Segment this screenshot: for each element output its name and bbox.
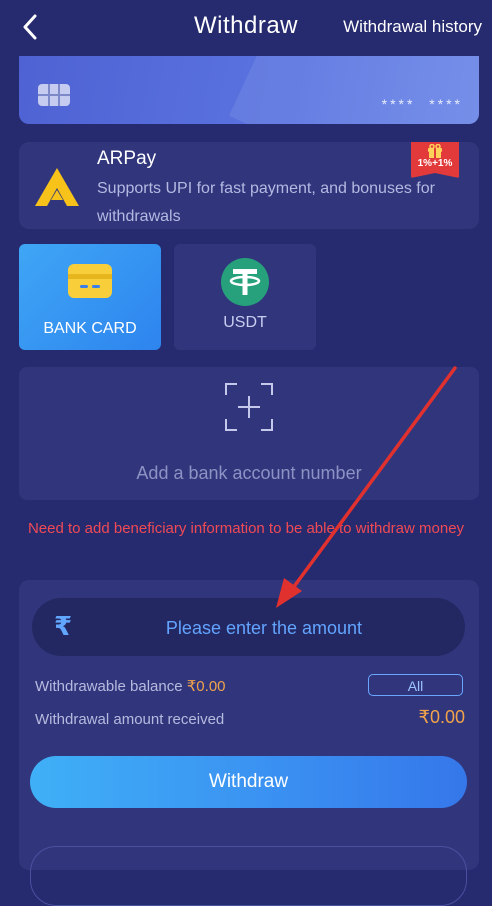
beneficiary-warning: Need to add beneficiary information to b…	[27, 520, 465, 537]
all-button[interactable]: All	[368, 674, 463, 696]
withdrawable-balance-row: Withdrawable balance ₹0.00	[35, 677, 226, 695]
add-bank-account-text: Add a bank account number	[136, 463, 362, 483]
withdraw-panel: ₹ Withdrawable balance ₹0.00 All Withdra…	[19, 580, 479, 906]
arpay-name: ARPay	[97, 148, 157, 169]
arpay-option[interactable]: ARPay Supports UPI for fast payment, and…	[19, 142, 479, 229]
amount-input[interactable]	[92, 598, 436, 658]
rupee-icon: ₹	[54, 611, 73, 641]
withdrawable-balance-label: Withdrawable balance	[35, 678, 183, 695]
amount-received-label: Withdrawal amount received	[35, 711, 225, 728]
tab-usdt[interactable]: USDT	[174, 244, 316, 350]
amount-received-value: ₹0.00	[418, 707, 466, 727]
amount-field: ₹	[32, 598, 465, 658]
card-chip-icon	[38, 84, 70, 106]
withdraw-button[interactable]: Withdraw	[30, 756, 467, 808]
tab-bank-card-label: BANK CARD	[43, 320, 137, 337]
tab-bank-card[interactable]: BANK CARD	[19, 244, 161, 350]
card-number-masked: **** ****	[381, 96, 463, 112]
arpay-description: Supports UPI for fast payment, and bonus…	[97, 180, 435, 225]
header: Withdraw Withdrawal history	[0, 0, 492, 56]
bank-card-icon	[68, 264, 112, 298]
promo-badge: 1%+1%	[411, 142, 459, 178]
arpay-logo-icon	[33, 166, 81, 213]
add-bank-account-button[interactable]: Add a bank account number	[19, 367, 479, 500]
promo-badge-text: 1%+1%	[417, 158, 453, 169]
withdrawable-balance-value: ₹0.00	[186, 678, 226, 695]
tab-usdt-label: USDT	[223, 314, 267, 331]
bottom-outline-element	[30, 846, 467, 906]
add-dashed-plus-icon	[225, 383, 273, 431]
usdt-icon	[221, 258, 269, 306]
gift-icon	[428, 144, 442, 158]
withdrawal-history-link[interactable]: Withdrawal history	[343, 17, 482, 37]
